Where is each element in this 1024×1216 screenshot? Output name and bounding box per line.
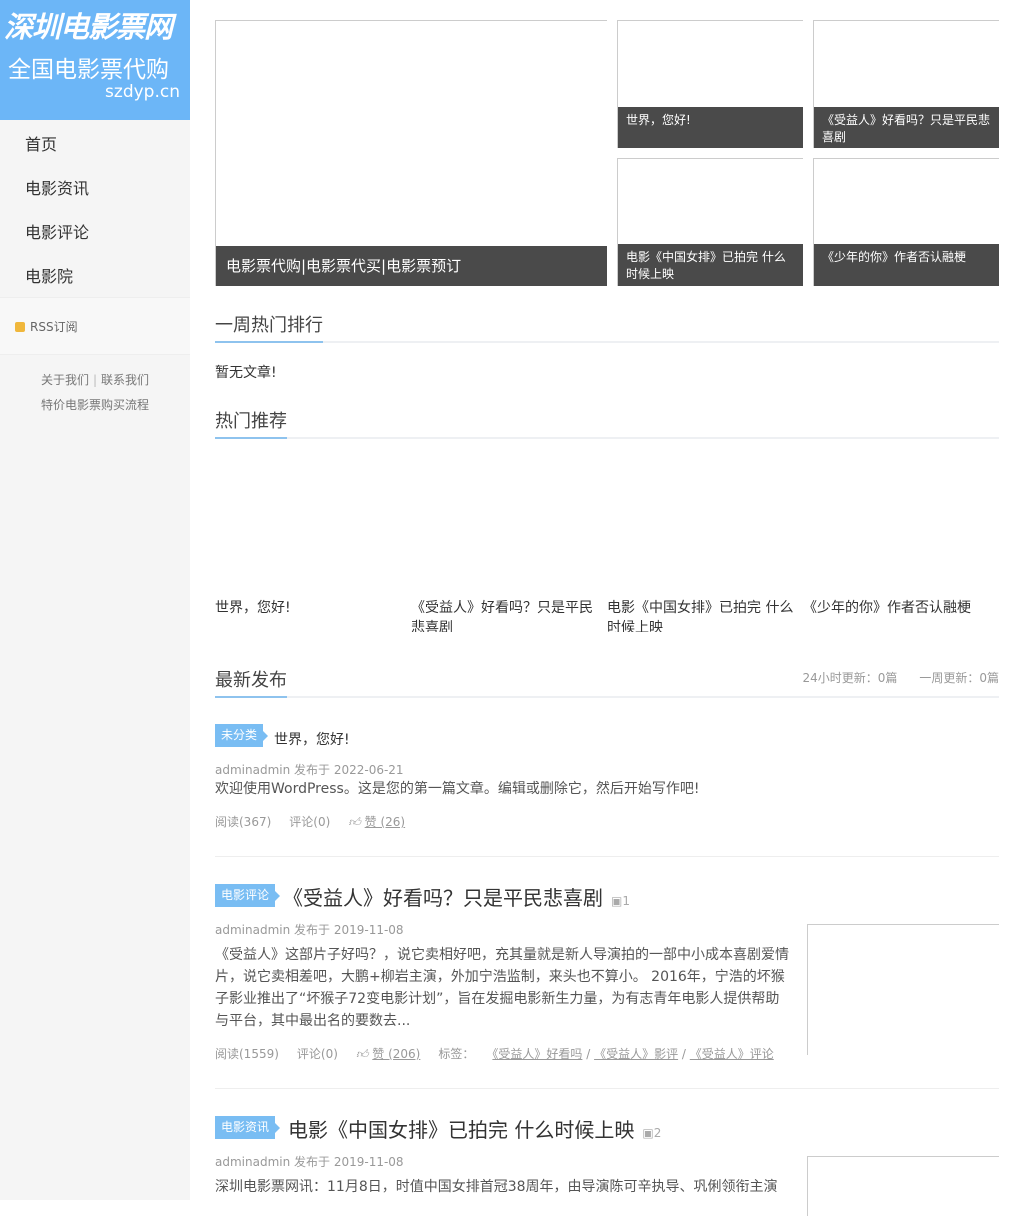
post-thumbnail[interactable]: [807, 924, 999, 1055]
weekly-section-header: 一周热门排行: [215, 311, 999, 343]
logo-subtitle: 全国电影票代购: [8, 57, 169, 83]
tag-link[interactable]: 《受益人》评论: [690, 1047, 774, 1061]
post-reads: 阅读(367): [215, 815, 272, 829]
like-button[interactable]: 👍︎ 赞 (206): [356, 1047, 420, 1061]
post-meta: adminadmin 发布于 2019-11-08: [215, 1155, 404, 1169]
slider-item[interactable]: 电影《中国女排》已拍完 什么时候上映: [617, 158, 803, 286]
slider-item-caption: 电影《中国女排》已拍完 什么时候上映: [618, 244, 803, 286]
post-thumbnail[interactable]: [807, 1156, 999, 1216]
slider-item-caption: 《受益人》好看吗？只是平民悲喜剧: [814, 107, 999, 148]
stat-week: 一周更新：0篇: [919, 671, 999, 685]
weekly-empty-text: 暂无文章!: [215, 365, 277, 381]
nav-movie-news[interactable]: 电影资讯: [25, 175, 89, 199]
like-button[interactable]: 👍︎ 赞 (26): [348, 815, 405, 829]
post-reads: 阅读(1559): [215, 1047, 279, 1061]
slider-main-caption: 电影票代购|电影票代买|电影票预订: [216, 246, 607, 286]
slider-item[interactable]: 《受益人》好看吗？只是平民悲喜剧: [813, 20, 999, 148]
recommend-item[interactable]: 电影《中国女排》已拍完 什么时候上映: [607, 598, 797, 632]
recommend-item[interactable]: 世界，您好!: [215, 598, 405, 632]
post-excerpt: 欢迎使用WordPress。这是您的第一篇文章。编辑或删除它，然后开始写作吧!: [215, 781, 700, 797]
nav-home[interactable]: 首页: [25, 131, 57, 155]
post-title[interactable]: 电影《中国女排》已拍完 什么时候上映: [288, 1118, 634, 1142]
recommend-section-header: 热门推荐: [215, 407, 999, 439]
post-divider: [215, 1088, 999, 1089]
post-category-tag[interactable]: 电影资讯: [215, 1116, 281, 1139]
image-count: ▣2: [642, 1126, 662, 1140]
section-title: 一周热门排行: [215, 311, 323, 343]
nav-cinemas[interactable]: 电影院: [25, 263, 73, 287]
post-divider: [215, 856, 999, 857]
about-link[interactable]: 关于我们: [41, 373, 89, 387]
image-count: ▣1: [611, 894, 630, 908]
contact-link[interactable]: 联系我们: [101, 373, 149, 387]
logo-domain: szdyp.cn: [105, 82, 180, 102]
tag-link[interactable]: 《受益人》影评: [594, 1047, 678, 1061]
rss-subscribe[interactable]: RSS订阅: [0, 297, 190, 355]
stat-24h: 24小时更新：0篇: [802, 671, 898, 685]
section-title: 热门推荐: [215, 407, 287, 439]
thumbs-up-icon: 👍︎: [355, 1047, 369, 1061]
logo-title: 深圳电影票网: [4, 10, 173, 44]
site-logo[interactable]: 深圳电影票网 全国电影票代购 szdyp.cn: [0, 0, 190, 120]
slider-item[interactable]: 世界，您好!: [617, 20, 803, 148]
recommend-item[interactable]: 《少年的你》作者否认融梗: [803, 598, 993, 632]
post-excerpt: 《受益人》这部片子好吗？，说它卖相好吧，充其量就是新人导演拍的一部中小成本喜剧爱…: [215, 947, 789, 1029]
slider-item-caption: 《少年的你》作者否认融梗: [814, 244, 999, 286]
section-title: 最新发布: [215, 666, 287, 698]
post-title[interactable]: 世界，您好!: [274, 729, 350, 749]
slider-item[interactable]: 《少年的你》作者否认融梗: [813, 158, 999, 286]
post-category-tag[interactable]: 未分类: [215, 724, 269, 747]
post-category-tag[interactable]: 电影评论: [215, 884, 281, 907]
nav-movie-reviews[interactable]: 电影评论: [25, 219, 89, 243]
post-meta: adminadmin 发布于 2022-06-21: [215, 763, 404, 777]
latest-section-header: 最新发布 24小时更新：0篇 一周更新：0篇: [215, 666, 999, 698]
post-comments[interactable]: 评论(0): [297, 1047, 338, 1061]
slider-item-caption: 世界，您好!: [618, 107, 803, 148]
post-comments[interactable]: 评论(0): [289, 815, 330, 829]
footer-separator: |: [92, 373, 98, 387]
tag-link[interactable]: 《受益人》好看吗: [492, 1047, 582, 1061]
rss-icon: [15, 322, 25, 332]
thumbs-up-icon: 👍︎: [348, 815, 361, 829]
purchase-process-link[interactable]: 特价电影票购买流程: [41, 398, 149, 412]
post-meta: adminadmin 发布于 2019-11-08: [215, 923, 404, 937]
rss-label: RSS订阅: [30, 320, 78, 334]
image-icon: ▣: [611, 894, 623, 908]
slider-main[interactable]: 电影票代购|电影票代买|电影票预订: [215, 20, 607, 286]
post-title[interactable]: 《受益人》好看吗？只是平民悲喜剧: [283, 886, 603, 910]
tags-label: 标签：: [438, 1047, 475, 1061]
recommend-item[interactable]: 《受益人》好看吗？只是平民悲喜剧: [411, 598, 601, 632]
post-excerpt: 深圳电影票网讯：11月8日，时值中国女排首冠38周年，由导演陈可辛执导、巩俐领衔…: [215, 1179, 778, 1195]
image-icon: ▣: [642, 1126, 654, 1140]
sidebar: 深圳电影票网 全国电影票代购 szdyp.cn 首页 电影资讯 电影评论 电影院…: [0, 0, 190, 1200]
